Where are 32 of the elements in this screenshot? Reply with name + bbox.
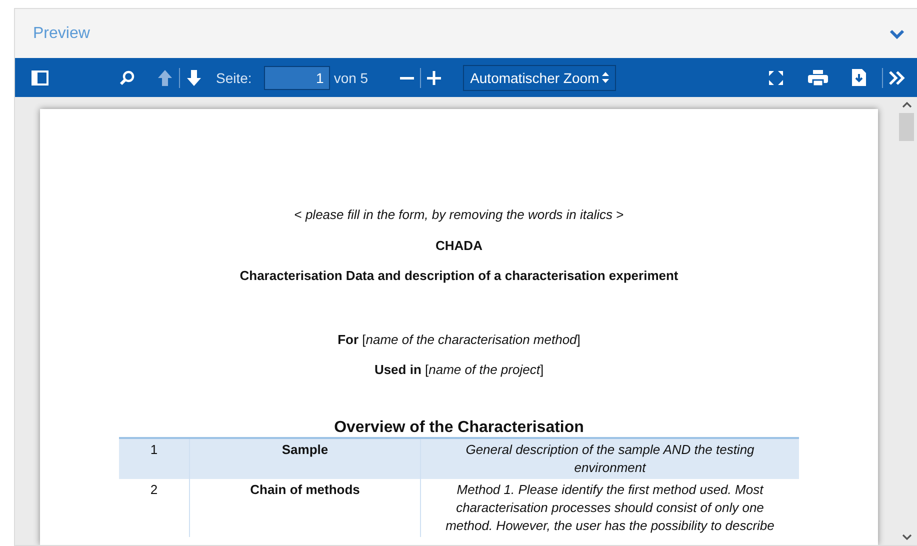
- sidebar-toggle-icon[interactable]: [31, 70, 49, 86]
- panel-header[interactable]: Preview: [15, 9, 917, 58]
- zoom-select[interactable]: Automatischer Zoom: [463, 64, 616, 90]
- panel-title: Preview: [33, 24, 90, 42]
- table-cell: Chain of methods: [190, 478, 420, 537]
- document-line: Characterisation Data and description of a characterisation experiment: [238, 268, 680, 284]
- table-cell: 2: [119, 478, 190, 537]
- scroll-up-icon[interactable]: [902, 101, 912, 108]
- table-title: Overview of the Characterisation: [333, 418, 585, 437]
- page-label: Seite:: [216, 70, 252, 86]
- download-icon[interactable]: [852, 69, 866, 86]
- search-icon[interactable]: [119, 70, 135, 86]
- fullscreen-icon[interactable]: [768, 70, 784, 86]
- arrow-down-icon[interactable]: [186, 68, 202, 86]
- zoom-in-icon[interactable]: [427, 70, 442, 84]
- page-count: von 5: [334, 70, 368, 86]
- table-cell: Method 1. Please identify the first method used. Most characterisation processes should consist of only one method. However, the user has the possibility to describe: [420, 478, 799, 537]
- document-line: CHADA: [434, 238, 484, 254]
- table-cell: General description of the sample AND the testing environment: [420, 438, 799, 479]
- arrow-up-icon[interactable]: [157, 68, 173, 86]
- table-cell: Sample: [190, 438, 420, 479]
- page-number-field[interactable]: 1: [264, 66, 330, 90]
- caret-icon: [602, 72, 610, 83]
- document-line: < please fill in the form, by removing the words in italics >: [293, 207, 625, 223]
- scroll-thumb[interactable]: [899, 113, 914, 141]
- table-cell: 1: [119, 438, 190, 479]
- document-line: Used in [name of the project]: [373, 362, 545, 378]
- print-icon[interactable]: [808, 70, 828, 86]
- scroll-down-icon[interactable]: [902, 534, 912, 541]
- document-line: For [name of the characterisation method]: [336, 332, 582, 348]
- chevron-icon[interactable]: [889, 28, 905, 38]
- more-tools-icon[interactable]: [889, 70, 905, 84]
